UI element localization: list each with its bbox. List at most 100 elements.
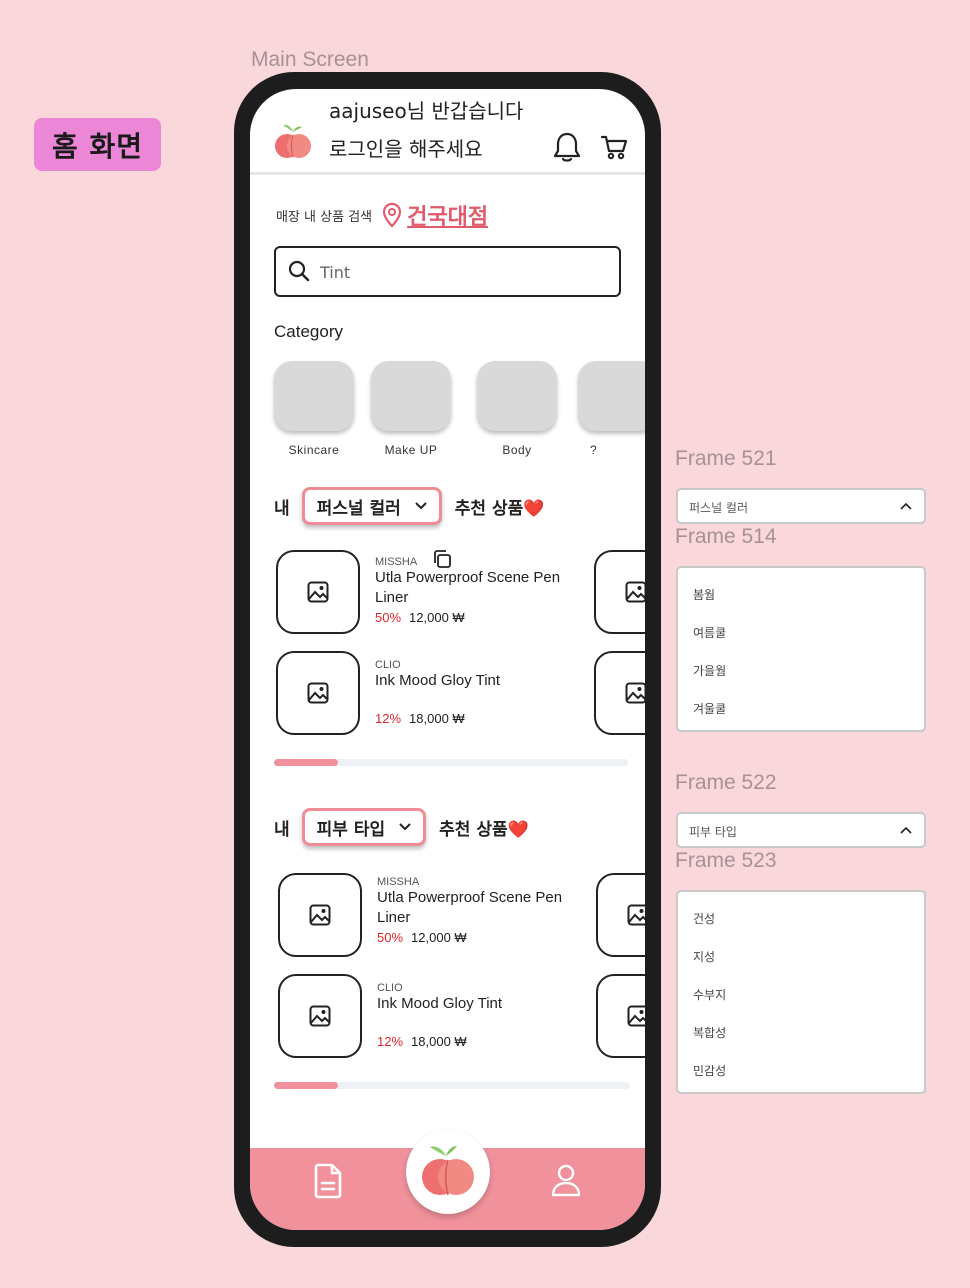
frame-label-521: Frame 521 [675,447,777,470]
category-body[interactable]: Body [477,361,557,457]
product-price: 12,000 ₩ [411,930,467,945]
frame-label-514: Frame 514 [675,525,777,548]
product-price: 18,000 ₩ [411,1034,467,1049]
skin-type-dropdown-list: 건성 지성 수부지 복합성 민감성 [676,890,926,1094]
product-image-card[interactable] [278,873,362,957]
store-name-link[interactable]: 건국대점 [407,199,488,231]
bell-icon[interactable] [553,131,581,163]
select-value: 퍼스널 컬러 [316,498,401,519]
product-brand: MISSHA [377,876,420,888]
product-info[interactable]: CLIO Ink Mood Gloy Tint 12% 18,000 ₩ [377,982,587,1049]
login-prompt-link[interactable]: 로그인을 해주세요 [329,133,483,162]
rec-personal-color-header: 내 퍼스널 컬러 추천 상품❤️ [274,487,544,525]
product-brand: MISSHA [375,556,418,568]
product-info[interactable]: MISSHA Utla Powerproof Scene Pen Liner 5… [375,556,585,625]
image-placeholder-icon [627,1005,645,1027]
cart-icon[interactable] [600,133,628,161]
location-pin-icon[interactable] [381,202,403,228]
dropdown-option[interactable]: 봄웜 [693,586,715,603]
copy-icon[interactable] [432,549,452,569]
personal-color-dropdown-closed[interactable]: 퍼스널 컬러 [676,488,926,524]
product-image-card[interactable] [594,550,645,634]
user-icon[interactable] [550,1162,582,1198]
store-search-label: 매장 내 상품 검색 [276,209,373,225]
category-label: ? [590,443,598,457]
peach-home-icon [422,1146,474,1196]
dropdown-option[interactable]: 지성 [693,948,715,965]
header: aajuseo님 반갑습니다 로그인을 해주세요 [250,89,645,175]
product-name: Utla Powerproof Scene Pen Liner [375,569,561,606]
product-discount: 12% [377,1034,404,1049]
product-image-card[interactable] [596,974,645,1058]
product-image-card[interactable] [278,974,362,1058]
dropdown-option[interactable]: 복합성 [693,1024,726,1041]
category-thumb [274,361,354,431]
image-placeholder-icon [309,1005,331,1027]
rec-skin-type-header: 내 피부 타입 추천 상품❤️ [274,808,529,846]
document-icon[interactable] [312,1162,344,1200]
dropdown-option[interactable]: 겨울쿨 [693,700,726,717]
rec-prefix: 내 [274,819,290,840]
category-thumb [578,361,645,431]
category-makeup[interactable]: Make UP [371,361,451,457]
product-image-card[interactable] [276,550,360,634]
greeting-text: aajuseo님 반갑습니다 [329,99,524,123]
chevron-up-icon [900,826,912,834]
dropdown-option[interactable]: 민감성 [693,1062,726,1079]
category-label: Skincare [288,443,340,457]
product-scrollbar[interactable] [274,759,628,766]
dropdown-option[interactable]: 여름쿨 [693,624,726,641]
chevron-down-icon [399,823,411,831]
image-placeholder-icon [625,581,645,603]
main-screen: aajuseo님 반갑습니다 로그인을 해주세요 매장 내 상품 검색 건국대점 [250,89,645,1230]
select-value: 피부 타입 [316,819,386,840]
frame-label-523: Frame 523 [675,849,777,872]
image-placeholder-icon [307,682,329,704]
product-name: Utla Powerproof Scene Pen Liner [377,889,563,926]
image-placeholder-icon [309,904,331,926]
category-thumb [477,361,557,431]
home-button[interactable] [406,1130,490,1214]
scrollbar-thumb[interactable] [274,759,338,766]
dropdown-value: 피부 타입 [689,825,737,839]
product-discount: 50% [375,610,402,625]
category-skincare[interactable]: Skincare [274,361,354,457]
product-image-card[interactable] [276,651,360,735]
image-placeholder-icon [625,682,645,704]
rec-prefix: 내 [274,498,290,519]
product-info[interactable]: MISSHA Utla Powerproof Scene Pen Liner 5… [377,876,587,945]
product-scrollbar[interactable] [274,1082,630,1089]
skin-type-select[interactable]: 피부 타입 [301,808,427,846]
peach-logo-icon[interactable] [274,120,312,162]
product-price: 18,000 ₩ [409,711,465,726]
phone-frame: aajuseo님 반갑습니다 로그인을 해주세요 매장 내 상품 검색 건국대점 [234,72,661,1247]
product-image-card[interactable] [594,651,645,735]
dropdown-option[interactable]: 수부지 [693,986,726,1003]
search-box [274,246,621,297]
store-selector: 매장 내 상품 검색 건국대점 [276,197,488,233]
product-discount: 12% [375,711,402,726]
search-input[interactable] [320,258,600,286]
product-brand: CLIO [375,659,401,671]
skin-type-dropdown-closed[interactable]: 피부 타입 [676,812,926,848]
image-placeholder-icon [627,904,645,926]
dropdown-value: 퍼스널 컬러 [689,501,749,515]
product-name: Ink Mood Gloy Tint [375,672,501,689]
page-tag: 홈 화면 [34,118,161,171]
product-image-card[interactable] [596,873,645,957]
search-icon [288,260,310,282]
category-unknown[interactable]: ? [578,361,645,457]
dropdown-option[interactable]: 가을웜 [693,662,726,679]
personal-color-select[interactable]: 퍼스널 컬러 [301,487,442,525]
rec-suffix: 추천 상품❤️ [439,819,529,840]
scrollbar-thumb[interactable] [274,1082,339,1089]
personal-color-dropdown-list: 봄웜 여름쿨 가을웜 겨울쿨 [676,566,926,732]
product-info[interactable]: CLIO Ink Mood Gloy Tint 12% 18,000 ₩ [375,659,585,726]
dropdown-option[interactable]: 건성 [693,910,715,927]
product-name: Ink Mood Gloy Tint [377,995,503,1012]
category-thumb [371,361,451,431]
product-brand: CLIO [377,982,403,994]
chevron-down-icon [415,502,427,510]
chevron-up-icon [900,502,912,510]
product-price: 12,000 ₩ [409,610,465,625]
